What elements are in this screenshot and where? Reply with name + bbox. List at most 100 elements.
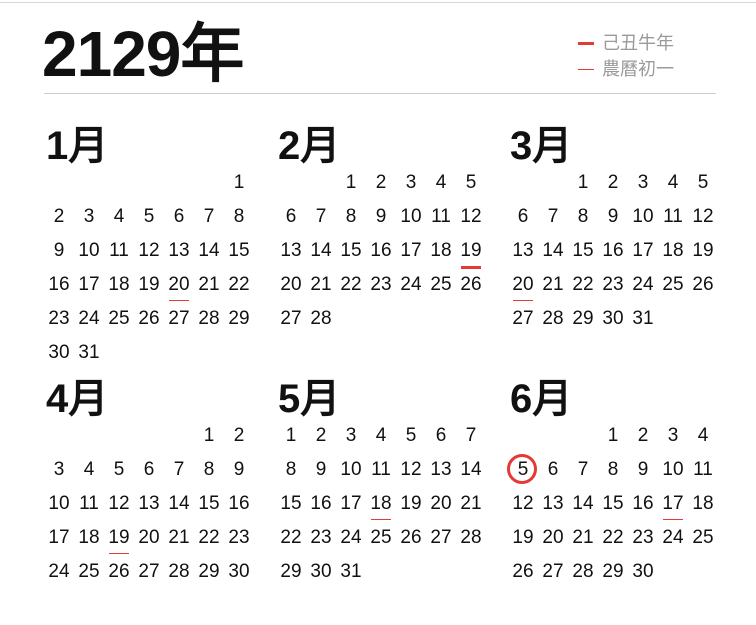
day-cell[interactable]: 29 xyxy=(224,302,254,336)
day-cell[interactable]: 28 xyxy=(306,302,336,336)
month-title[interactable]: 5月 xyxy=(278,375,340,423)
day-cell[interactable]: 6 xyxy=(164,200,194,234)
day-cell[interactable]: 3 xyxy=(396,166,426,200)
day-cell[interactable]: 2 xyxy=(628,419,658,453)
day-cell[interactable]: 29 xyxy=(194,555,224,589)
day-cell[interactable]: 11 xyxy=(74,487,104,521)
day-cell[interactable]: 27 xyxy=(538,555,568,589)
day-cell[interactable]: 25 xyxy=(658,268,688,302)
day-cell[interactable]: 22 xyxy=(224,268,254,302)
day-cell[interactable]: 11 xyxy=(426,200,456,234)
day-cell[interactable]: 3 xyxy=(336,419,366,453)
day-cell[interactable]: 11 xyxy=(104,234,134,268)
day-cell[interactable]: 23 xyxy=(306,521,336,555)
day-cell[interactable]: 4 xyxy=(426,166,456,200)
day-cell[interactable]: 13 xyxy=(508,234,538,268)
day-cell[interactable]: 10 xyxy=(336,453,366,487)
day-cell[interactable]: 16 xyxy=(306,487,336,521)
day-cell[interactable]: 9 xyxy=(598,200,628,234)
day-cell[interactable]: 27 xyxy=(164,302,194,336)
day-cell[interactable]: 24 xyxy=(336,521,366,555)
day-cell[interactable]: 14 xyxy=(456,453,486,487)
day-cell[interactable]: 13 xyxy=(426,453,456,487)
day-cell[interactable]: 22 xyxy=(598,521,628,555)
day-cell[interactable]: 4 xyxy=(366,419,396,453)
day-cell[interactable]: 17 xyxy=(658,487,688,521)
day-cell[interactable]: 3 xyxy=(74,200,104,234)
day-cell[interactable]: 1 xyxy=(568,166,598,200)
day-cell[interactable]: 27 xyxy=(508,302,538,336)
day-cell[interactable]: 9 xyxy=(224,453,254,487)
day-cell[interactable]: 25 xyxy=(104,302,134,336)
day-cell[interactable]: 13 xyxy=(164,234,194,268)
day-cell[interactable]: 30 xyxy=(224,555,254,589)
day-cell[interactable]: 6 xyxy=(134,453,164,487)
day-cell[interactable]: 24 xyxy=(628,268,658,302)
day-cell[interactable]: 30 xyxy=(598,302,628,336)
day-cell[interactable]: 21 xyxy=(306,268,336,302)
day-cell[interactable]: 2 xyxy=(598,166,628,200)
day-cell[interactable]: 25 xyxy=(366,521,396,555)
day-cell[interactable]: 16 xyxy=(44,268,74,302)
day-cell[interactable]: 12 xyxy=(508,487,538,521)
day-cell[interactable]: 31 xyxy=(336,555,366,589)
day-cell[interactable]: 26 xyxy=(104,555,134,589)
day-cell[interactable]: 30 xyxy=(306,555,336,589)
day-cell[interactable]: 3 xyxy=(628,166,658,200)
day-cell[interactable]: 21 xyxy=(568,521,598,555)
day-cell[interactable]: 21 xyxy=(456,487,486,521)
day-cell[interactable]: 28 xyxy=(538,302,568,336)
day-cell[interactable]: 12 xyxy=(688,200,718,234)
day-cell[interactable]: 5 xyxy=(134,200,164,234)
day-cell[interactable]: 17 xyxy=(396,234,426,268)
day-cell[interactable]: 28 xyxy=(164,555,194,589)
day-cell[interactable]: 14 xyxy=(306,234,336,268)
day-cell[interactable]: 8 xyxy=(276,453,306,487)
day-cell[interactable]: 5 xyxy=(104,453,134,487)
day-cell[interactable]: 22 xyxy=(276,521,306,555)
day-cell[interactable]: 9 xyxy=(306,453,336,487)
day-cell[interactable]: 20 xyxy=(134,521,164,555)
day-cell[interactable]: 24 xyxy=(658,521,688,555)
day-cell[interactable]: 23 xyxy=(598,268,628,302)
day-cell[interactable]: 23 xyxy=(44,302,74,336)
day-cell[interactable]: 20 xyxy=(164,268,194,302)
day-cell[interactable]: 26 xyxy=(688,268,718,302)
day-cell[interactable]: 8 xyxy=(224,200,254,234)
day-cell[interactable]: 12 xyxy=(104,487,134,521)
day-cell[interactable]: 7 xyxy=(194,200,224,234)
day-cell[interactable]: 18 xyxy=(658,234,688,268)
day-cell[interactable]: 17 xyxy=(74,268,104,302)
day-cell[interactable]: 15 xyxy=(224,234,254,268)
day-cell[interactable]: 6 xyxy=(508,200,538,234)
day-cell[interactable]: 26 xyxy=(396,521,426,555)
day-cell[interactable]: 31 xyxy=(74,336,104,370)
day-cell[interactable]: 23 xyxy=(224,521,254,555)
day-cell[interactable]: 20 xyxy=(426,487,456,521)
day-cell[interactable]: 2 xyxy=(306,419,336,453)
day-cell[interactable]: 27 xyxy=(426,521,456,555)
day-cell[interactable]: 4 xyxy=(658,166,688,200)
day-cell[interactable]: 7 xyxy=(456,419,486,453)
day-cell[interactable]: 16 xyxy=(628,487,658,521)
day-cell[interactable]: 18 xyxy=(426,234,456,268)
day-cell[interactable]: 31 xyxy=(628,302,658,336)
day-cell[interactable]: 23 xyxy=(366,268,396,302)
day-cell[interactable]: 8 xyxy=(194,453,224,487)
day-cell[interactable]: 7 xyxy=(306,200,336,234)
day-cell[interactable]: 29 xyxy=(568,302,598,336)
day-cell[interactable]: 30 xyxy=(628,555,658,589)
day-cell[interactable]: 20 xyxy=(538,521,568,555)
day-cell[interactable]: 27 xyxy=(276,302,306,336)
day-cell[interactable]: 8 xyxy=(568,200,598,234)
day-cell[interactable]: 24 xyxy=(396,268,426,302)
day-cell[interactable]: 21 xyxy=(538,268,568,302)
month-title[interactable]: 6月 xyxy=(510,375,572,423)
day-cell[interactable]: 2 xyxy=(224,419,254,453)
day-cell[interactable]: 7 xyxy=(538,200,568,234)
day-cell[interactable]: 19 xyxy=(134,268,164,302)
day-cell[interactable]: 29 xyxy=(598,555,628,589)
day-cell[interactable]: 14 xyxy=(164,487,194,521)
day-cell[interactable]: 5 xyxy=(456,166,486,200)
day-cell[interactable]: 1 xyxy=(598,419,628,453)
